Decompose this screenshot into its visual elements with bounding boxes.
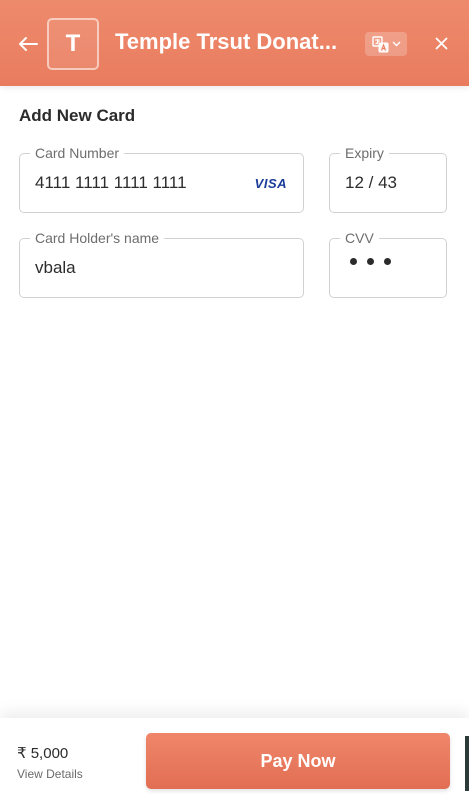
pay-now-button[interactable]: Pay Now (146, 733, 450, 789)
card-number-field[interactable]: Card Number 4111 1111 1111 1111 VISA (19, 145, 304, 213)
merchant-title: Temple Trsut Donat... (115, 29, 338, 54)
cvv-field[interactable]: CVV (329, 230, 447, 298)
merchant-logo: T (47, 18, 99, 70)
expiry-field[interactable]: Expiry 12 / 43 (329, 145, 447, 213)
card-number-label: Card Number (30, 145, 125, 161)
translate-icon (371, 35, 388, 52)
chevron-down-icon (392, 41, 400, 47)
back-button[interactable] (12, 28, 44, 60)
cvv-label: CVV (340, 230, 379, 246)
close-icon (435, 37, 447, 49)
expiry-value: 12 / 43 (345, 173, 397, 192)
header-bar: T Temple Trsut Donat... (0, 0, 469, 86)
merchant-logo-letter: T (65, 30, 81, 57)
cvv-dot (350, 258, 357, 265)
expiry-label: Expiry (340, 145, 389, 161)
cvv-dot (367, 258, 374, 265)
total-amount: ₹ 5,000 (17, 745, 69, 762)
card-holder-name-field[interactable]: Card Holder's name vbala (19, 230, 304, 298)
checkout-frame: T Temple Trsut Donat... Add New Card Car… (0, 0, 469, 798)
cvv-dot (384, 258, 391, 265)
visa-logo: VISA (254, 176, 287, 191)
card-number-value: 4111 1111 1111 1111 (35, 173, 187, 192)
card-holder-name-label: Card Holder's name (30, 230, 165, 246)
form-title: Add New Card (19, 106, 136, 125)
close-button[interactable] (427, 29, 455, 57)
language-selector[interactable] (365, 32, 407, 56)
card-holder-name-value: vbala (35, 258, 76, 277)
payment-footer: ₹ 5,000 View Details Pay Now (0, 718, 469, 798)
cvv-masked-value (350, 258, 391, 265)
arrow-left-icon (19, 37, 38, 51)
view-details-link[interactable]: View Details (17, 767, 83, 781)
edge-divider (465, 736, 469, 791)
